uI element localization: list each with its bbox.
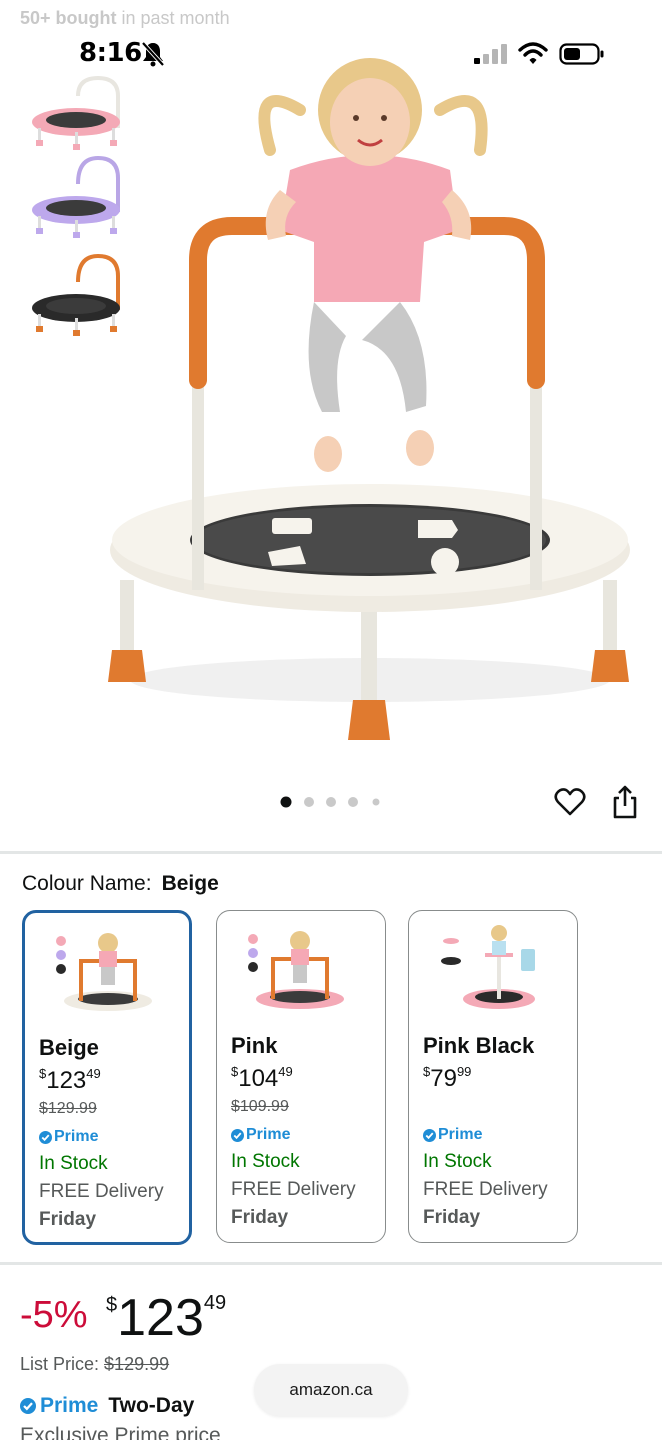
variant-image-pink-black xyxy=(441,925,535,1009)
variant-stock: In Stock xyxy=(231,1151,300,1172)
variant-image-beige xyxy=(56,933,152,1011)
prime-badge: Prime xyxy=(231,1126,290,1144)
variant-price: $7999 xyxy=(423,1064,472,1092)
bought-count: 50+ bought in past month xyxy=(20,8,230,28)
variant-delivery: FREE Delivery xyxy=(39,1181,164,1202)
variant-price: $10449 xyxy=(231,1064,293,1092)
prime-check-icon xyxy=(423,1128,436,1142)
prime-check-icon xyxy=(39,1130,52,1144)
colour-label: Colour Name: xyxy=(22,872,152,895)
variant-delivery-day: Friday xyxy=(231,1207,289,1228)
prime-badge: Prime xyxy=(423,1126,482,1144)
current-price: $12349 xyxy=(106,1289,227,1347)
browser-url-bar[interactable]: amazon.ca xyxy=(254,1364,408,1416)
variant-card-beige[interactable]: Beige $12349 $129.99 Prime In Stock FREE… xyxy=(22,910,192,1245)
prime-badge: Prime xyxy=(39,1128,98,1146)
variant-list-price: $109.99 xyxy=(231,1098,289,1115)
carousel-dots xyxy=(280,796,380,808)
variant-image-pink xyxy=(248,931,344,1009)
variant-name: Pink xyxy=(231,1033,278,1058)
variant-delivery-day: Friday xyxy=(39,1209,97,1230)
list-price: List Price: $129.99 xyxy=(20,1354,170,1374)
variant-name: Pink Black xyxy=(423,1033,535,1058)
prime-check-icon xyxy=(231,1128,244,1142)
prime-check-icon xyxy=(20,1398,36,1414)
colour-name-row: Colour Name: Beige xyxy=(22,872,219,896)
product-main-image[interactable] xyxy=(100,40,640,760)
carousel-dot-active xyxy=(280,796,292,808)
variant-stock: In Stock xyxy=(423,1151,492,1172)
colour-value: Beige xyxy=(161,872,219,895)
variant-delivery: FREE Delivery xyxy=(231,1179,356,1200)
variant-delivery: FREE Delivery xyxy=(423,1179,548,1200)
variant-name: Beige xyxy=(39,1035,99,1060)
variant-list-price: $129.99 xyxy=(39,1100,97,1117)
share-icon[interactable] xyxy=(611,784,639,820)
variant-stock: In Stock xyxy=(39,1153,108,1174)
prime-delivery: Prime Two-Day xyxy=(20,1394,194,1418)
variant-delivery-day: Friday xyxy=(423,1207,481,1228)
variant-card-pink[interactable]: Pink $10449 $109.99 Prime In Stock FREE … xyxy=(216,910,386,1243)
wishlist-heart-icon[interactable] xyxy=(554,786,586,818)
section-divider xyxy=(0,1262,662,1265)
section-divider xyxy=(0,851,662,854)
exclusive-prime-price: Exclusive Prime price xyxy=(20,1424,221,1440)
variant-card-pink-black[interactable]: Pink Black $7999 Prime In Stock FREE Del… xyxy=(408,910,578,1243)
discount-percent: -5% xyxy=(20,1294,88,1336)
variant-price: $12349 xyxy=(39,1066,101,1094)
